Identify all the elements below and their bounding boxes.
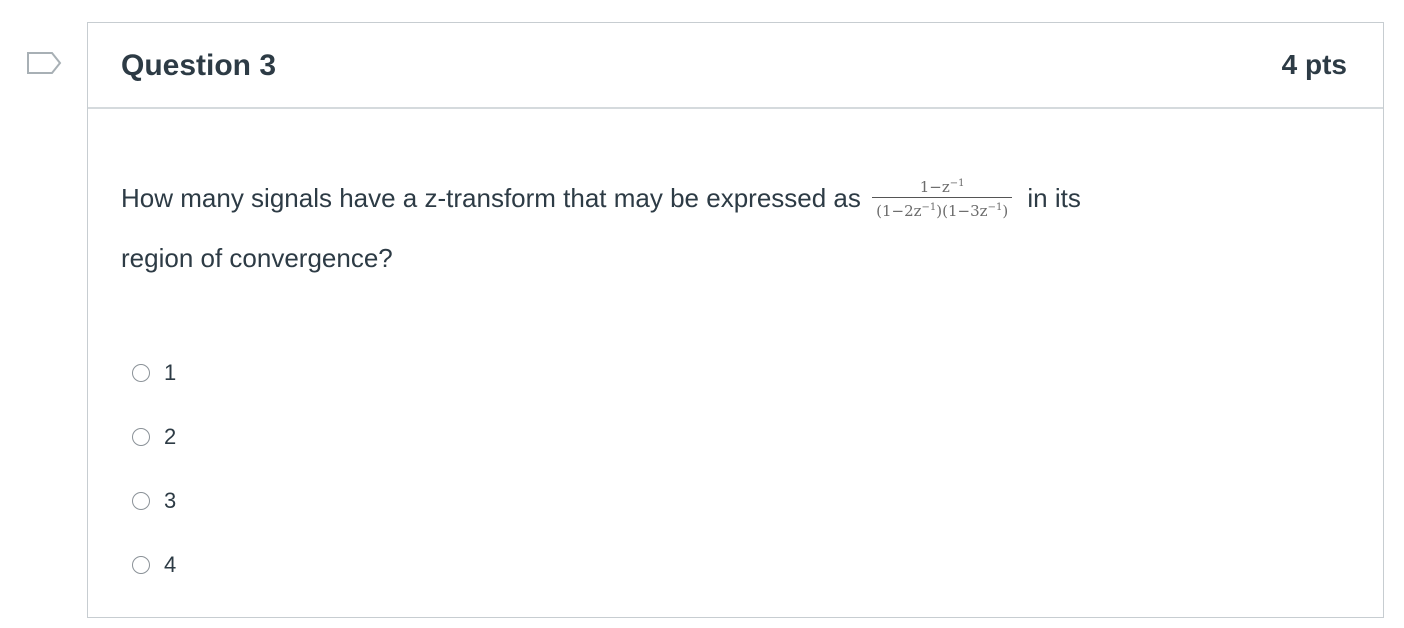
radio-icon[interactable]: [132, 556, 150, 574]
transfer-function-fraction: 1−z−1 (1−2z−1)(1−3z−1): [872, 175, 1013, 220]
radio-icon[interactable]: [132, 364, 150, 382]
answer-label: 1: [164, 360, 177, 385]
answer-list: 1 2 3 4: [132, 341, 176, 597]
answer-label: 3: [164, 488, 177, 513]
question-title: Question 3: [121, 49, 277, 82]
flag-icon[interactable]: [26, 51, 62, 75]
question-header: Question 3 4 pts: [88, 23, 1383, 109]
fraction-numerator: 1−z−1: [872, 175, 1013, 198]
answer-option-1[interactable]: 1: [132, 341, 176, 405]
question-points: 4 pts: [1281, 49, 1347, 80]
radio-icon[interactable]: [132, 492, 150, 510]
radio-icon[interactable]: [132, 428, 150, 446]
question-text-line2: region of convergence?: [121, 243, 393, 273]
fraction-denominator: (1−2z−1)(1−3z−1): [876, 201, 1009, 220]
question-text: How many signals have a z-transform that…: [121, 168, 1321, 288]
answer-option-3[interactable]: 3: [132, 469, 176, 533]
answer-label: 4: [164, 552, 177, 577]
question-text-after: in its: [1027, 183, 1081, 213]
question-card: Question 3 4 pts How many signals have a…: [87, 22, 1384, 618]
answer-option-2[interactable]: 2: [132, 405, 176, 469]
question-text-before: How many signals have a z-transform that…: [121, 183, 861, 213]
answer-label: 2: [164, 424, 177, 449]
answer-option-4[interactable]: 4: [132, 533, 176, 597]
